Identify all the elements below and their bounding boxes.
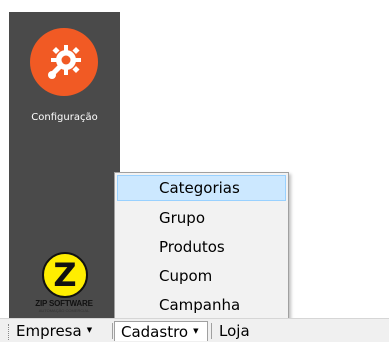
gear-wrench-icon — [48, 45, 81, 79]
menu-empresa-label: Empresa — [16, 322, 82, 340]
chevron-down-icon: ▼ — [193, 326, 199, 335]
menu-bar: Empresa ▼ Cadastro ▼ Loja — [0, 318, 389, 342]
menu-separator — [211, 323, 212, 339]
configuracao-button[interactable]: Configuração — [9, 26, 120, 130]
menu-item-cupom[interactable]: Cupom — [117, 263, 286, 289]
menu-item-categorias[interactable]: Categorias — [117, 175, 286, 201]
menu-loja[interactable]: Loja — [219, 321, 250, 341]
menu-loja-label: Loja — [219, 322, 250, 340]
configuracao-icon-circle — [30, 28, 98, 96]
menu-empresa[interactable]: Empresa ▼ — [16, 321, 92, 341]
logo-circle: Z — [42, 252, 88, 298]
menu-item-produtos[interactable]: Produtos — [117, 234, 286, 260]
menu-separator — [112, 323, 113, 339]
chevron-down-icon: ▼ — [86, 325, 93, 334]
zip-software-logo: Z ZIP SOFTWARE AUTOMAÇÃO COMERCIAL — [23, 252, 105, 316]
configuracao-label: Configuração — [31, 112, 98, 123]
menu-cadastro[interactable]: Cadastro ▼ — [114, 321, 208, 341]
logo-text: ZIP SOFTWARE — [35, 299, 93, 308]
menu-item-grupo[interactable]: Grupo — [117, 205, 286, 231]
menu-item-campanha[interactable]: Campanha — [117, 292, 286, 318]
logo-letter: Z — [53, 256, 77, 294]
menu-bar-grip[interactable] — [8, 324, 9, 340]
logo-subtext: AUTOMAÇÃO COMERCIAL — [38, 308, 90, 313]
cadastro-dropdown-menu: Categorias Grupo Produtos Cupom Campanha — [114, 172, 289, 322]
menu-cadastro-label: Cadastro — [121, 323, 189, 341]
sidebar: Configuração Z ZIP SOFTWARE AUTOMAÇÃO CO… — [9, 12, 120, 320]
